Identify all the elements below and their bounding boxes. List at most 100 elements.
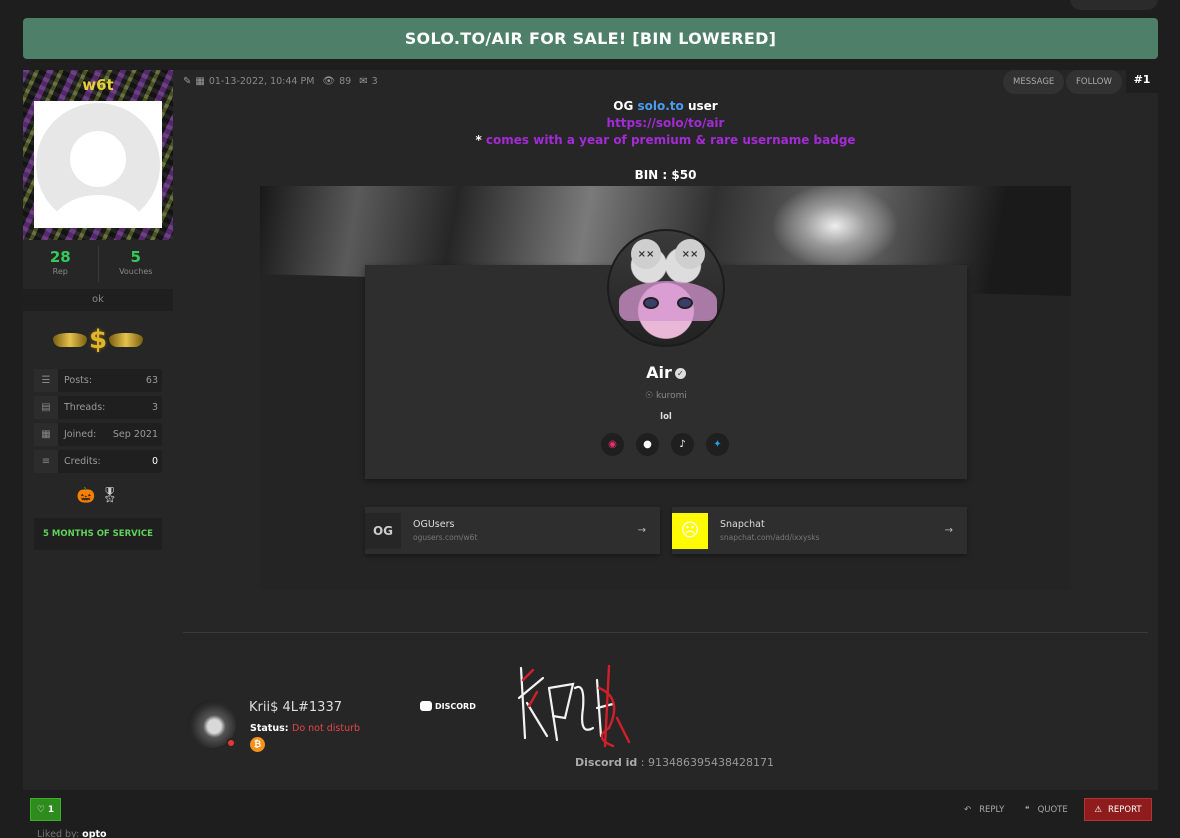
edit-icon[interactable]: ✎: [183, 76, 191, 87]
twitter-icon[interactable]: ✦: [706, 433, 729, 456]
rep-value: 28: [49, 248, 71, 266]
link-snapchat[interactable]: ☹ Snapchat snapchat.com/add/ixxysks →: [672, 507, 967, 554]
snapchat-icon: ☹: [672, 512, 708, 549]
avatar[interactable]: [34, 101, 162, 228]
discord-id-label: Discord id: [575, 756, 638, 769]
stat-posts: ☰ Posts: 63: [34, 369, 162, 392]
vouches-label: Vouches: [119, 267, 153, 276]
signature-divider: [183, 632, 1148, 633]
threads-icon: ▤: [34, 396, 58, 419]
bin-price: BIN : $50: [634, 168, 697, 182]
arrow-right-icon: →: [944, 525, 953, 536]
calendar-icon: ▦: [195, 76, 205, 87]
link-sub: snapchat.com/add/ixxysks: [720, 533, 820, 542]
user-sidebar: w6t 28 Rep 5 Vouches ok $ ☰ Posts: 63 ▤ …: [23, 70, 173, 790]
stat-value: 63: [145, 375, 158, 386]
quote-label: QUOTE: [1037, 804, 1068, 815]
solo-link[interactable]: solo.to: [638, 99, 684, 113]
comments-icon: ✉: [359, 76, 368, 87]
vouches-value: 5: [130, 248, 141, 266]
profile-bio: lol: [660, 412, 672, 422]
liked-by-label: Liked by:: [37, 829, 83, 838]
social-links: ◉ ● ♪ ✦: [601, 433, 729, 456]
pumpkin-badge-icon[interactable]: 🎃: [77, 486, 96, 504]
stat-credits: ≡ Credits: 0: [34, 450, 162, 473]
listing-link[interactable]: https://solo/to/air: [173, 115, 1158, 132]
link-sub: ogusers.com/w6t: [413, 533, 478, 542]
profile-picture: ×× ××: [607, 229, 725, 347]
calendar-icon: ▦: [34, 423, 58, 446]
dnd-status-icon: [226, 738, 236, 748]
thread-title: SOLO.TO/AIR FOR SALE! [BIN LOWERED]: [23, 18, 1158, 59]
profile-name: Air: [646, 363, 672, 382]
user-badges: 🎃 🎖: [23, 486, 173, 504]
reply-label: REPLY: [979, 804, 1005, 815]
medal-badge-icon[interactable]: 🎖: [100, 486, 119, 504]
arrow-right-icon: →: [637, 525, 646, 536]
user-text: user: [683, 99, 718, 113]
tiktok-icon[interactable]: ♪: [671, 433, 694, 456]
top-pagination-pill[interactable]: [1070, 0, 1158, 10]
link-title: OGUsers: [413, 519, 455, 530]
quote-button[interactable]: ❝ QUOTE: [1025, 798, 1068, 821]
status-value: Do not disturb: [292, 723, 361, 734]
location-pin-icon: ☉: [645, 391, 654, 401]
post: ✎ ▦ 01-13-2022, 10:44 PM 👁 89 ✉ 3 MESSAG…: [173, 65, 1158, 790]
default-avatar-icon: [36, 102, 160, 227]
vouches-stat[interactable]: 5 Vouches: [97, 246, 174, 282]
user-stats: ☰ Posts: 63 ▤ Threads: 3 ▦ Joined: Sep 2…: [34, 369, 162, 477]
perk-text: comes with a year of premium & rare user…: [485, 133, 856, 147]
heart-icon: ♡: [36, 804, 45, 815]
post-date: 01-13-2022, 10:44 PM: [208, 76, 315, 87]
rep-label: Rep: [52, 267, 68, 276]
reply-icon: ↶: [964, 804, 972, 815]
og-text: OG: [613, 99, 638, 113]
message-button[interactable]: MESSAGE: [1003, 70, 1065, 94]
link-title: Snapchat: [720, 519, 765, 530]
bitcoin-icon: ₿: [250, 737, 265, 752]
stat-value: Sep 2021: [112, 429, 158, 440]
warning-icon: ⚠: [1094, 804, 1103, 815]
stat-value: 3: [151, 402, 158, 413]
service-badge: 5 MONTHS OF SERVICE: [34, 518, 162, 550]
username[interactable]: w6t: [23, 76, 173, 94]
stat-joined: ▦ Joined: Sep 2021: [34, 423, 162, 446]
eye-icon: 👁: [322, 76, 336, 87]
stat-value: 0: [151, 456, 158, 467]
view-count: 89: [339, 76, 352, 87]
quote-icon: ❝: [1025, 804, 1030, 815]
reply-button[interactable]: ↶ REPLY: [964, 798, 1004, 821]
rep-stat[interactable]: 28 Rep: [23, 240, 98, 288]
like-count: 1: [47, 804, 55, 815]
profile-location: kuromi: [656, 391, 687, 401]
discord-logo-icon: DISCORD: [420, 701, 476, 711]
github-icon[interactable]: ●: [636, 433, 659, 456]
report-label: REPORT: [1108, 804, 1142, 815]
posts-icon: ☰: [34, 369, 58, 392]
credits-icon: ≡: [34, 450, 58, 473]
stat-label: Threads:: [64, 402, 106, 413]
post-number[interactable]: #1: [1126, 65, 1158, 93]
ogusers-icon: OG: [365, 512, 401, 549]
discord-username: Krii$ 4L#1337: [249, 700, 342, 715]
reply-count: 3: [371, 76, 378, 87]
rep-vouches: 28 Rep 5 Vouches: [23, 240, 173, 288]
liked-by: Liked by: opto: [37, 829, 107, 838]
link-ogusers[interactable]: OG OGUsers ogusers.com/w6t →: [365, 507, 660, 554]
like-button[interactable]: ♡ 1: [30, 798, 61, 821]
discord-id-value: : 913486395438428171: [637, 756, 774, 769]
profile-screenshot[interactable]: Air ✓ ☉ kuromi lol ◉ ● ♪ ✦ ×× ×× OG OGUse…: [260, 186, 1071, 590]
stat-threads: ▤ Threads: 3: [34, 396, 162, 419]
discord-logo-text: DISCORD: [435, 701, 476, 711]
stat-label: Posts:: [64, 375, 93, 386]
follow-button[interactable]: FOLLOW: [1066, 70, 1122, 94]
report-button[interactable]: ⚠ REPORT: [1084, 798, 1152, 821]
discord-id: Discord id : 913486395438428171: [575, 756, 774, 769]
post-meta: ✎ ▦ 01-13-2022, 10:44 PM 👁 89 ✉ 3: [183, 76, 378, 87]
post-body: OG solo.to user https://solo/to/air * co…: [173, 98, 1158, 149]
dollar-award-icon: $: [43, 320, 153, 360]
instagram-icon[interactable]: ◉: [601, 433, 624, 456]
user-title: ok: [23, 289, 173, 311]
verified-icon: ✓: [674, 368, 686, 379]
liked-by-user[interactable]: opto: [82, 829, 106, 838]
